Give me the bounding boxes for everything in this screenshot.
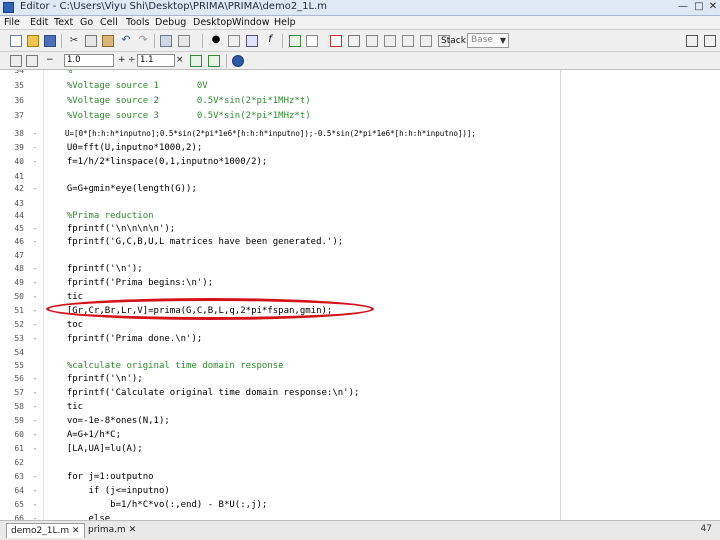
times-button[interactable]: × <box>176 55 184 65</box>
menu-go[interactable]: Go <box>80 16 93 29</box>
code-line[interactable]: 52- toc <box>0 318 720 332</box>
stack-value: Base <box>471 35 493 45</box>
menu-bar: File Edit Text Go Cell Tools Debug Deskt… <box>0 16 720 30</box>
menu-desktop[interactable]: Desktop <box>193 16 232 29</box>
code-line[interactable]: 54 <box>0 346 720 360</box>
print-icon[interactable] <box>160 35 172 47</box>
code-line[interactable]: 38- U=[0*[h:h:h*inputno];0.5*sin(2*pi*1e… <box>0 127 720 141</box>
cell-toolbar: − 1.0 + ÷ 1.1 × <box>0 52 720 70</box>
tile-layout-icon[interactable] <box>686 35 698 47</box>
tab-prima[interactable]: prima.m ✕ <box>84 523 140 538</box>
code-line[interactable]: 45- fprintf('\n\n\n\n'); <box>0 222 720 236</box>
help-icon[interactable] <box>232 55 244 67</box>
close-icon[interactable]: ✕ <box>129 525 137 535</box>
insert-cell-icon[interactable] <box>10 55 22 67</box>
code-line[interactable]: 58- tic <box>0 400 720 414</box>
eval-advance-icon[interactable] <box>208 55 220 67</box>
code-line[interactable]: 48- fprintf('\n'); <box>0 262 720 276</box>
minus-icon[interactable]: − <box>46 55 54 65</box>
cell-icon[interactable] <box>26 55 38 67</box>
divide-icon[interactable]: ÷ <box>128 55 136 65</box>
title-bar: Editor - C:\Users\Viyu Shi\Desktop\PRIMA… <box>0 0 720 16</box>
code-line[interactable]: 66- else <box>0 512 720 520</box>
code-line[interactable]: 53- fprintf('Prima done.\n'); <box>0 332 720 346</box>
minimize-icon[interactable]: — <box>676 1 690 13</box>
highlight-ellipse <box>46 298 374 320</box>
save-icon[interactable] <box>44 35 56 47</box>
menu-help[interactable]: Help <box>274 16 296 29</box>
find-icon[interactable]: ● <box>210 34 222 46</box>
code-line[interactable]: 34 % <box>0 70 720 78</box>
paste-icon[interactable] <box>102 35 114 47</box>
menu-debug[interactable]: Debug <box>155 16 186 29</box>
run-icon[interactable] <box>289 35 301 47</box>
code-line[interactable]: 49- fprintf('Prima begins:\n'); <box>0 276 720 290</box>
code-line[interactable]: 60- A=G+1/h*C; <box>0 428 720 442</box>
print-preview-icon[interactable] <box>178 35 190 47</box>
code-line[interactable]: 47 <box>0 249 720 263</box>
tab-demo2-1l[interactable]: demo2_1L.m ✕ <box>6 523 85 538</box>
close-icon[interactable]: ✕ <box>706 1 720 13</box>
code-line[interactable]: 65- b=1/h*C*vo(:,end) - B*U(:,j); <box>0 498 720 512</box>
split-layout-icon[interactable] <box>704 35 716 47</box>
step-in-icon[interactable] <box>384 35 396 47</box>
copy-icon[interactable] <box>85 35 97 47</box>
code-line[interactable]: 61- [LA,UA]=lu(A); <box>0 442 720 456</box>
code-line[interactable]: 63- for j=1:outputno <box>0 470 720 484</box>
breakpoint-icon[interactable] <box>330 35 342 47</box>
page-number: 47 <box>700 524 712 534</box>
step-icon[interactable] <box>366 35 378 47</box>
code-editor[interactable]: 34 % 35 %Voltage source 1 0V 36 %Voltage… <box>0 70 720 520</box>
menu-edit[interactable]: Edit <box>30 16 48 29</box>
code-line[interactable]: 57- fprintf('Calculate original time dom… <box>0 386 720 400</box>
chevron-down-icon: ▼ <box>499 36 506 45</box>
menu-window[interactable]: Window <box>232 16 269 29</box>
code-line[interactable]: 36 %Voltage source 2 0.5V*sin(2*pi*1MHz*… <box>0 94 720 108</box>
code-line[interactable]: 40- f=1/h/2*linspace(0,1,inputno*1000/2)… <box>0 155 720 169</box>
open-folder-icon[interactable] <box>27 35 39 47</box>
editor-app-icon <box>3 2 14 13</box>
menu-file[interactable]: File <box>4 16 20 29</box>
undo-icon[interactable]: ↶ <box>120 34 132 46</box>
go-to-icon[interactable] <box>228 35 240 47</box>
code-line[interactable]: 62 <box>0 456 720 470</box>
step-out-icon[interactable] <box>402 35 414 47</box>
cut-icon[interactable]: ✂ <box>68 35 80 47</box>
stack-label: Stack: <box>441 36 469 46</box>
stack-select[interactable]: Base ▼ <box>467 33 509 48</box>
cell-value-field-1[interactable]: 1.0 <box>64 54 114 67</box>
cell-value-field-2[interactable]: 1.1 <box>137 54 175 67</box>
clear-breakpoints-icon[interactable] <box>348 35 360 47</box>
plus-icon[interactable]: + <box>118 55 126 65</box>
code-line[interactable]: 46- fprintf('G,C,B,U,L matrices have bee… <box>0 235 720 249</box>
code-line[interactable]: 64- if (j<=inputno) <box>0 484 720 498</box>
menu-cell[interactable]: Cell <box>100 16 118 29</box>
close-icon[interactable]: ✕ <box>72 526 80 536</box>
document-tab-bar: demo2_1L.m ✕ prima.m ✕ 47 <box>0 520 720 540</box>
code-line[interactable]: 37 %Voltage source 3 0.5V*sin(2*pi*1MHz*… <box>0 109 720 123</box>
redo-icon[interactable]: ↷ <box>137 34 149 46</box>
new-file-icon[interactable] <box>10 35 22 47</box>
code-line[interactable]: 55 %calculate original time domain respo… <box>0 359 720 373</box>
menu-text[interactable]: Text <box>54 16 73 29</box>
function-icon[interactable]: f <box>264 34 276 46</box>
code-line[interactable]: 44 %Prima reduction <box>0 209 720 223</box>
code-line[interactable]: 35 %Voltage source 1 0V <box>0 79 720 93</box>
maximize-icon[interactable]: □ <box>692 1 706 13</box>
code-line[interactable]: 56- fprintf('\n'); <box>0 372 720 386</box>
continue-icon[interactable] <box>420 35 432 47</box>
menu-tools[interactable]: Tools <box>126 16 149 29</box>
code-line[interactable]: 42- G=G+gmin*eye(length(G)); <box>0 182 720 196</box>
window-title: Editor - C:\Users\Viyu Shi\Desktop\PRIMA… <box>20 1 328 12</box>
main-toolbar: ✂ ↶ ↷ ● f Stack: Base ▼ <box>0 30 720 52</box>
code-line[interactable]: 39- U0=fft(U,inputno*1000,2); <box>0 141 720 155</box>
run-section-icon[interactable] <box>306 35 318 47</box>
code-line[interactable]: 59- vo=-1e-8*ones(N,1); <box>0 414 720 428</box>
eval-cell-icon[interactable] <box>190 55 202 67</box>
comment-icon[interactable] <box>246 35 258 47</box>
